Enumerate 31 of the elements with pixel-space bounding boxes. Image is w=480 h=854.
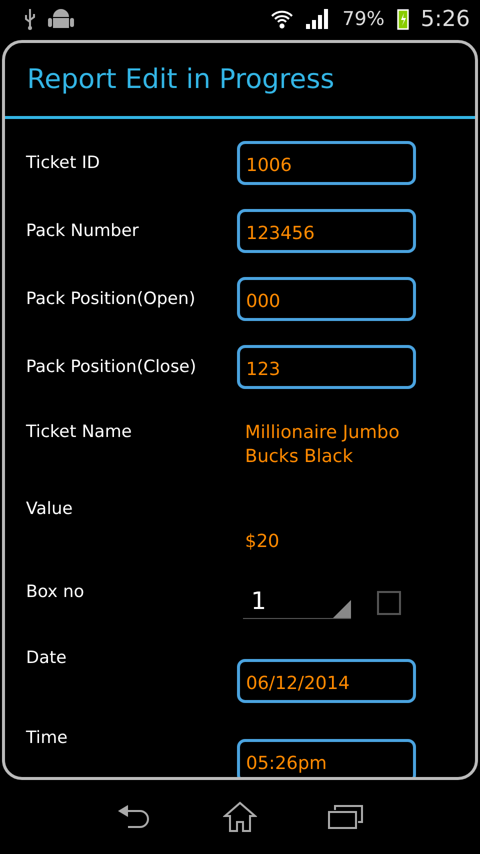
field-label: Box no (26, 581, 86, 603)
text-field[interactable]: 123 (237, 345, 416, 389)
caret-icon (333, 600, 351, 618)
android-icon (48, 7, 74, 31)
home-button[interactable] (222, 801, 257, 833)
field-label: Time (26, 727, 69, 749)
text-field[interactable]: 06/12/2014 (237, 659, 416, 703)
recent-apps-button[interactable] (328, 804, 364, 830)
back-button[interactable] (116, 803, 152, 831)
field-label: Pack Position(Close) (26, 356, 198, 378)
text-field[interactable]: 123456 (237, 209, 416, 253)
clock: 5:26 (420, 6, 470, 32)
dialog-title: Report Edit in Progress (5, 43, 475, 119)
text-field[interactable]: 000 (237, 277, 416, 321)
usb-icon (24, 8, 36, 30)
text-field[interactable]: 1006 (237, 141, 416, 185)
field-label: Value (26, 498, 74, 520)
field-value: Millionaire Jumbo Bucks Black (244, 421, 400, 469)
field-label: Ticket ID (26, 152, 101, 174)
text-field[interactable]: 05:26pm (237, 739, 416, 777)
battery-icon (396, 8, 409, 30)
wifi-icon (270, 9, 294, 29)
field-value: $20 (244, 530, 280, 554)
checkbox[interactable] (377, 591, 401, 615)
signal-icon (306, 9, 330, 29)
dropdown[interactable]: 1 (243, 583, 351, 619)
field-label: Ticket Name (26, 421, 133, 443)
field-label: Pack Number (26, 220, 140, 242)
field-label: Date (26, 647, 68, 669)
battery-percent: 79% (342, 8, 385, 30)
field-label: Pack Position(Open) (26, 288, 196, 310)
